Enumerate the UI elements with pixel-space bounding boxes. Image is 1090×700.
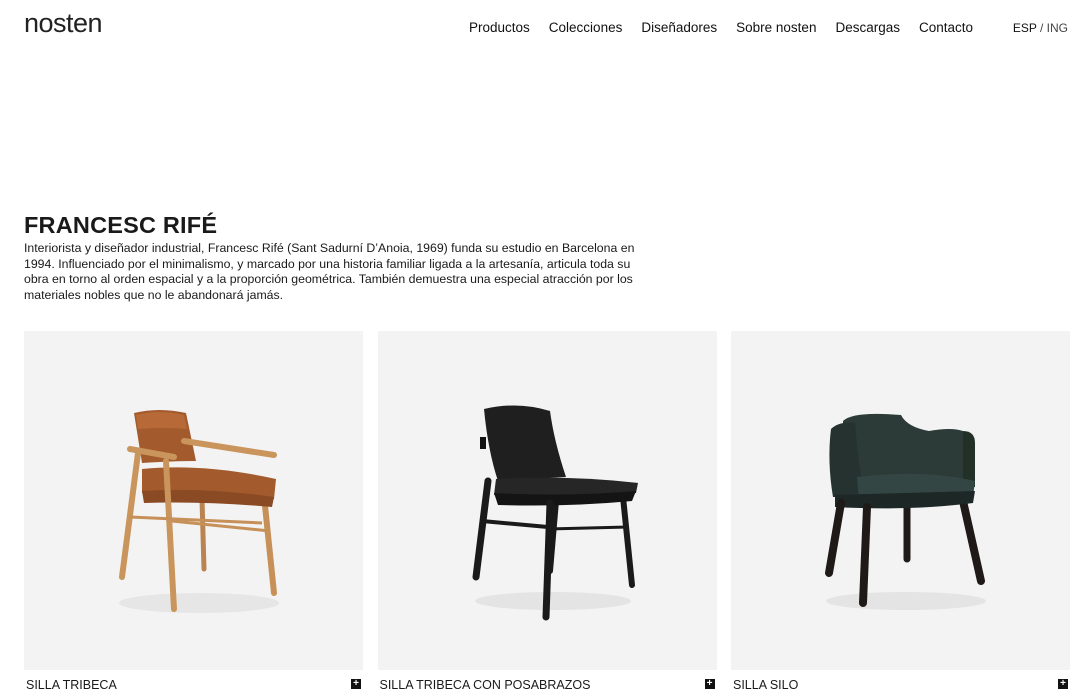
nav-colecciones[interactable]: Colecciones xyxy=(549,20,623,35)
designer-intro: FRANCESC RIFÉ Interiorista y diseñador i… xyxy=(24,212,644,303)
lang-separator: / xyxy=(1039,21,1044,35)
nav-disenadores[interactable]: Diseñadores xyxy=(641,20,717,35)
product-name[interactable]: SILLA SILO xyxy=(733,670,798,700)
plus-icon[interactable]: + xyxy=(351,679,361,689)
language-switcher: ESP / ING xyxy=(1013,21,1068,35)
nav-contacto[interactable]: Contacto xyxy=(919,20,973,35)
product-grid: SILLA TRIBECA + SILLA TRIBECA CON POSABR… xyxy=(24,331,1070,694)
product-image-silla-silo[interactable] xyxy=(731,331,1070,670)
logo[interactable]: nosten xyxy=(24,10,103,37)
chair-tribeca-illustration xyxy=(119,410,279,613)
chair-black-illustration xyxy=(472,405,638,621)
lang-ing[interactable]: ING xyxy=(1047,21,1068,35)
product-card-silla-tribeca[interactable]: SILLA TRIBECA + xyxy=(24,331,363,694)
designer-bio: Interiorista y diseñador industrial, Fra… xyxy=(24,241,635,302)
product-card-silla-silo[interactable]: SILLA SILO + xyxy=(731,331,1070,694)
product-name[interactable]: SILLA TRIBECA CON POSABRAZOS xyxy=(380,670,591,700)
nav-descargas[interactable]: Descargas xyxy=(835,20,900,35)
product-image-silla-tribeca-con-posabrazos[interactable] xyxy=(377,331,717,670)
product-name[interactable]: SILLA TRIBECA xyxy=(26,670,117,700)
main-nav: Productos Colecciones Diseñadores Sobre … xyxy=(469,20,992,35)
chair-silo-illustration xyxy=(825,413,986,610)
plus-icon[interactable]: + xyxy=(1058,679,1068,689)
product-card-silla-tribeca-con-posabrazos[interactable]: SILLA TRIBECA CON POSABRAZOS + xyxy=(377,331,717,694)
product-label-row: SILLA SILO + xyxy=(731,670,1070,694)
product-label-row: SILLA TRIBECA + xyxy=(24,670,363,694)
nav-sobre-nosten[interactable]: Sobre nosten xyxy=(736,20,816,35)
designer-name: FRANCESC RIFÉ xyxy=(24,212,218,238)
product-image-silla-tribeca[interactable] xyxy=(24,331,363,670)
product-label-row: SILLA TRIBECA CON POSABRAZOS + xyxy=(378,670,717,694)
plus-icon[interactable]: + xyxy=(704,679,715,689)
nav-productos[interactable]: Productos xyxy=(469,20,530,35)
lang-esp[interactable]: ESP xyxy=(1013,21,1037,35)
